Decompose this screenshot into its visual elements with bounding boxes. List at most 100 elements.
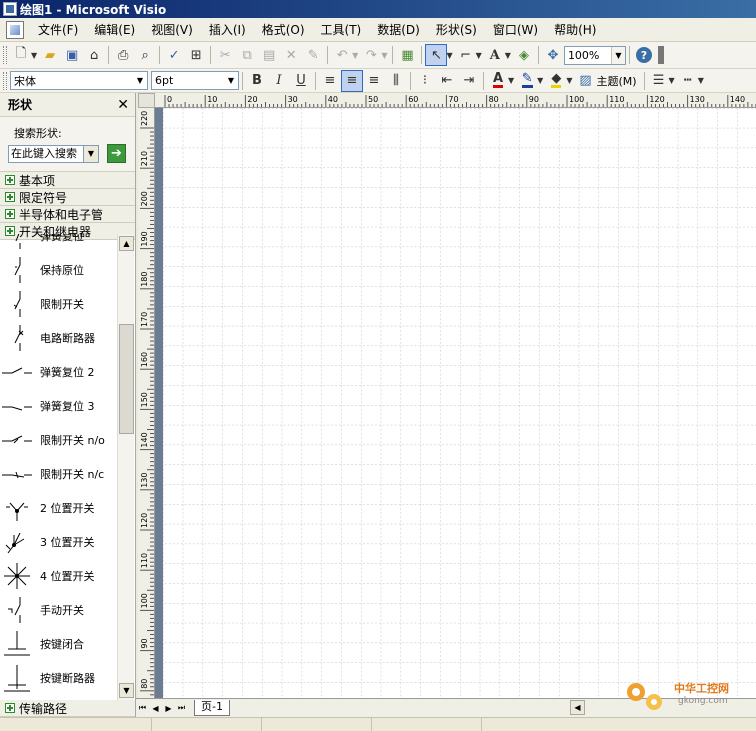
theme-icon[interactable]: ▨ [574, 70, 596, 92]
permission-icon[interactable]: ⌂ [83, 44, 105, 66]
menu-format[interactable]: 格式(O) [254, 20, 313, 40]
shape-2-position-switch[interactable]: 2 位置开关 [0, 491, 117, 525]
menu-shape[interactable]: 形状(S) [428, 20, 485, 40]
line-weight-dropdown-arrow[interactable]: ▼ [669, 76, 675, 85]
new-dropdown-arrow[interactable]: ▼ [31, 51, 37, 60]
new-icon[interactable]: 🗋 [10, 44, 32, 66]
toolbar-grip[interactable] [3, 71, 7, 90]
ruler-corner[interactable] [138, 93, 155, 108]
paste-icon[interactable]: ▤ [258, 44, 280, 66]
menu-edit[interactable]: 编辑(E) [86, 20, 143, 40]
fill-color-icon[interactable]: ◆ [545, 70, 567, 92]
font-size-dropdown-arrow[interactable]: ▼ [224, 72, 238, 89]
scroll-thumb[interactable] [119, 324, 134, 434]
print-icon[interactable]: ⎙ [112, 44, 134, 66]
menu-insert[interactable]: 插入(I) [201, 20, 254, 40]
redo-dropdown-arrow[interactable]: ▼ [381, 51, 387, 60]
visio-app-icon[interactable] [3, 2, 17, 16]
zoom-combo[interactable]: 100% ▼ [563, 45, 626, 65]
menu-help[interactable]: 帮助(H) [546, 20, 604, 40]
shape-pushbutton-break[interactable]: 按键断路器 [0, 661, 117, 695]
font-size-combo[interactable]: 6pt ▼ [151, 71, 239, 90]
stencil-qualifying-symbols[interactable]: 限定符号 [0, 189, 135, 206]
shape-3-position-switch[interactable]: 3 位置开关 [0, 525, 117, 559]
menu-view[interactable]: 视图(V) [143, 20, 201, 40]
align-center-icon[interactable]: ≡ [341, 69, 363, 92]
search-dropdown-arrow[interactable]: ▼ [84, 144, 99, 163]
shape-pushbutton-make[interactable]: 按键闭合 [0, 627, 117, 661]
shape-limit-switch[interactable]: 限制开关 [0, 287, 117, 321]
connector-tool-icon[interactable]: ⌐ [455, 44, 477, 66]
shapes-window-icon[interactable]: ▦ [396, 44, 418, 66]
decrease-indent-icon[interactable]: ⇤ [436, 70, 458, 92]
fill-color-dropdown-arrow[interactable]: ▼ [566, 76, 572, 85]
font-color-icon[interactable]: A [487, 70, 509, 92]
research-icon[interactable]: ⊞ [185, 44, 207, 66]
font-combo[interactable]: 宋体 ▼ [10, 71, 148, 90]
menu-window[interactable]: 窗口(W) [485, 20, 546, 40]
shape-4-position-switch[interactable]: 4 位置开关 [0, 559, 117, 593]
line-weight-icon[interactable]: ☰ [648, 70, 670, 92]
search-go-button[interactable]: ➔ [107, 144, 126, 163]
font-color-dropdown-arrow[interactable]: ▼ [508, 76, 514, 85]
redo-icon[interactable]: ↷ [360, 44, 382, 66]
stencil-basic[interactable]: 基本项 [0, 172, 135, 189]
shape-spring-return-2[interactable]: 弹簧复位 2 [0, 355, 117, 389]
zoom-dropdown-arrow[interactable]: ▼ [610, 46, 625, 64]
toolbar-grip[interactable] [3, 46, 7, 64]
next-page-icon[interactable]: ▶ [162, 701, 175, 716]
shape-spring-return-3[interactable]: 弹簧复位 3 [0, 389, 117, 423]
close-icon[interactable]: ✕ [117, 97, 129, 113]
spelling-icon[interactable]: ✓ [163, 44, 185, 66]
tab-page-1[interactable]: 页-1 [194, 700, 230, 716]
italic-button[interactable]: I [268, 70, 290, 92]
stencil-semiconductors[interactable]: 半导体和电子管 [0, 206, 135, 223]
scroll-down-icon[interactable]: ▼ [119, 683, 134, 698]
line-color-icon[interactable]: ✎ [516, 70, 538, 92]
pan-zoom-icon[interactable]: ✥ [542, 44, 564, 66]
shape-maintained[interactable]: 保持原位 [0, 253, 117, 287]
text-dropdown-arrow[interactable]: ▼ [505, 51, 511, 60]
delete-icon[interactable]: ✕ [280, 44, 302, 66]
theme-label[interactable]: 主题(M) [596, 73, 636, 89]
bold-button[interactable]: B [246, 70, 268, 92]
stencil-transmission-paths[interactable]: 传输路径 [0, 700, 135, 717]
align-justify-vertical-icon[interactable]: ⫼ [385, 70, 407, 92]
connector-dropdown-arrow[interactable]: ▼ [476, 51, 482, 60]
shape-list-scrollbar[interactable]: ▲ ▼ [117, 234, 134, 700]
increase-indent-icon[interactable]: ⇥ [458, 70, 480, 92]
cut-icon[interactable]: ✂ [214, 44, 236, 66]
hscroll-left-icon[interactable]: ◀ [570, 700, 585, 715]
format-painter-icon[interactable]: ✎ [302, 44, 324, 66]
shape-circuit-breaker[interactable]: 电路断路器 [0, 321, 117, 355]
prev-page-icon[interactable]: ◀ [149, 701, 162, 716]
copy-icon[interactable]: ⧉ [236, 44, 258, 66]
vertical-ruler[interactable]: 220 210 200 190 180 170 160 150 140 130 120 110 100 9… [138, 108, 155, 698]
first-page-icon[interactable]: ⏮ [136, 701, 149, 716]
horizontal-ruler[interactable]: 0 10 20 30 40 50 60 70 80 90 100 110 120 130 140 [155, 93, 756, 108]
stamp-tool-icon[interactable]: ◈ [513, 44, 535, 66]
document-icon[interactable] [6, 20, 24, 39]
line-color-dropdown-arrow[interactable]: ▼ [537, 76, 543, 85]
text-tool-icon[interactable]: A [484, 44, 506, 66]
scroll-up-icon[interactable]: ▲ [119, 236, 134, 251]
print-preview-icon[interactable]: ⌕ [134, 44, 156, 66]
undo-icon[interactable]: ↶ [331, 44, 353, 66]
menu-file[interactable]: 文件(F) [30, 20, 86, 40]
drawing-canvas[interactable] [163, 108, 756, 698]
pointer-tool-icon[interactable]: ↖ [425, 44, 448, 66]
font-dropdown-arrow[interactable]: ▼ [133, 72, 147, 89]
open-folder-icon[interactable]: ▰ [39, 44, 61, 66]
align-right-icon[interactable]: ≡ [363, 70, 385, 92]
shape-limit-switch-nc[interactable]: 限制开关 n/c [0, 457, 117, 491]
last-page-icon[interactable]: ⏭ [175, 701, 188, 716]
line-pattern-icon[interactable]: ┅ [677, 70, 699, 92]
line-pattern-dropdown-arrow[interactable]: ▼ [698, 76, 704, 85]
help-icon[interactable]: ? [633, 44, 655, 66]
pointer-dropdown-arrow[interactable]: ▼ [446, 51, 452, 60]
underline-button[interactable]: U [290, 70, 312, 92]
shape-limit-switch-no[interactable]: 限制开关 n/o [0, 423, 117, 457]
menu-tools[interactable]: 工具(T) [313, 20, 370, 40]
toolbar-end-grip[interactable] [657, 46, 664, 64]
bullets-icon[interactable]: ⁝ [414, 70, 436, 92]
